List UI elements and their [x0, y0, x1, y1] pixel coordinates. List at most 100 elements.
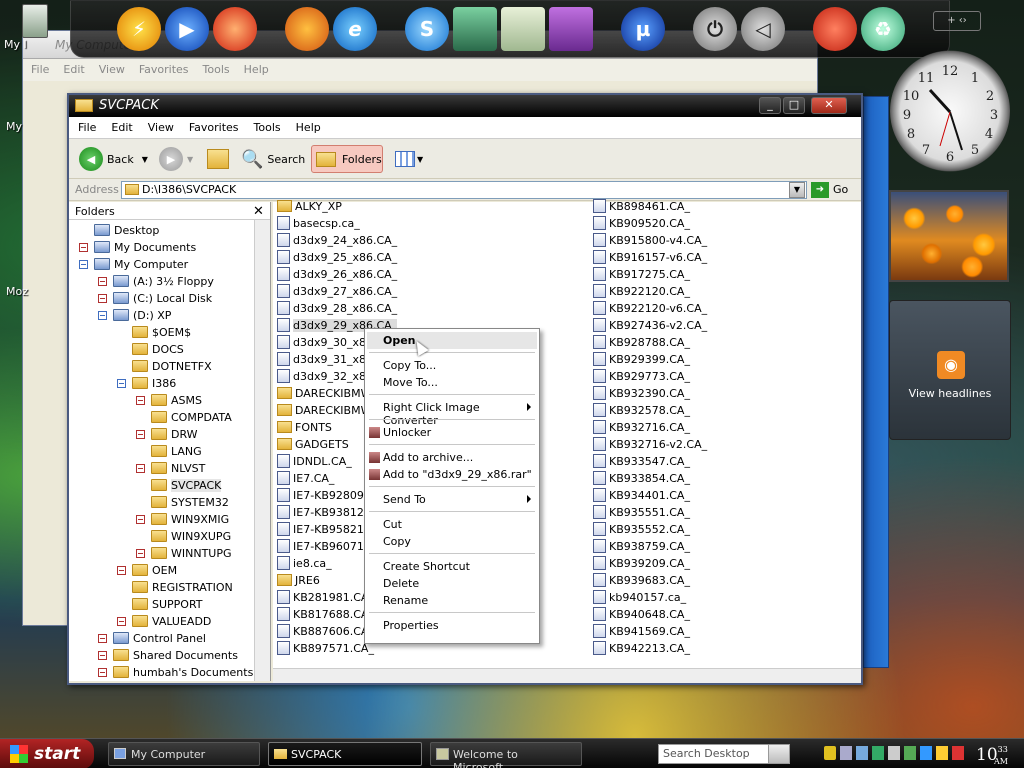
file-item[interactable]: JRE6	[277, 572, 320, 588]
power-icon[interactable]: ⏻	[693, 7, 737, 51]
media-play-icon[interactable]: ▶	[165, 7, 209, 51]
search-tray-icon[interactable]	[840, 746, 852, 760]
collapse-icon[interactable]	[117, 378, 126, 388]
views-button[interactable]: ▼	[395, 145, 423, 173]
tree-item[interactable]: My Documents	[79, 239, 196, 255]
tree-item[interactable]: (A:) 3½ Floppy	[98, 273, 214, 289]
context-menu-item[interactable]: Add to archive...	[367, 449, 537, 466]
menu-favorites[interactable]: Favorites	[180, 117, 245, 134]
file-item[interactable]: d3dx9_28_x86.CA_	[277, 300, 397, 316]
security-alert-icon[interactable]	[952, 746, 964, 760]
tree-item[interactable]: DOTNETFX	[117, 358, 212, 374]
file-item[interactable]: KB917275.CA_	[593, 266, 690, 282]
file-item[interactable]: KB939683.CA_	[593, 572, 690, 588]
tree-item[interactable]: $OEM$	[117, 324, 191, 340]
folders-button[interactable]: Folders	[311, 145, 383, 173]
file-item[interactable]: KB915800-v4.CA_	[593, 232, 707, 248]
network-icon[interactable]	[856, 746, 868, 760]
tree-item[interactable]: DOCS	[117, 341, 184, 357]
file-item[interactable]: KB932578.CA_	[593, 402, 690, 418]
expand-icon[interactable]	[98, 633, 107, 643]
monitor-tray-icon[interactable]	[872, 746, 884, 760]
expand-icon[interactable]	[98, 293, 107, 303]
tree-item[interactable]: I386	[117, 375, 176, 391]
tree-item[interactable]: SUPPORT	[117, 596, 203, 612]
tree-item[interactable]: COMPDATA	[136, 409, 232, 425]
tree-item[interactable]: (D:) XP	[98, 307, 171, 323]
antivirus-icon[interactable]	[920, 746, 932, 760]
tree-item[interactable]: REGISTRATION	[117, 579, 233, 595]
paint-icon[interactable]	[813, 7, 857, 51]
expand-icon[interactable]	[136, 429, 145, 439]
close-icon[interactable]: ✕	[253, 204, 264, 219]
forward-button[interactable]: ▶ ▼	[159, 145, 193, 173]
file-item[interactable]: KB929399.CA_	[593, 351, 690, 367]
file-item[interactable]: IE7-KB958215.	[277, 521, 374, 537]
background-menu-item[interactable]: Help	[236, 59, 275, 76]
tree-item[interactable]: humbah's Documents	[98, 664, 253, 680]
file-item[interactable]: KB932716-v2.CA_	[593, 436, 707, 452]
monitor-icon[interactable]	[453, 7, 497, 51]
tree-item[interactable]: SYSTEM32	[136, 494, 229, 510]
file-item[interactable]: IE7-KB960714.	[277, 538, 374, 554]
tree-scrollbar[interactable]	[254, 220, 270, 681]
file-item[interactable]: d3dx9_27_x86.CA_	[277, 283, 397, 299]
context-menu-item[interactable]: Copy To...	[367, 357, 537, 374]
file-item[interactable]: d3dx9_24_x86.CA_	[277, 232, 397, 248]
background-menu-item[interactable]: Tools	[195, 59, 236, 76]
file-item[interactable]: KB909520.CA_	[593, 215, 690, 231]
recycle-bin-icon[interactable]: ♻	[861, 7, 905, 51]
file-item[interactable]: KB932390.CA_	[593, 385, 690, 401]
menu-help[interactable]: Help	[287, 117, 327, 134]
tree-item[interactable]: WIN9XMIG	[136, 511, 229, 527]
tree-item[interactable]: (C:) Local Disk	[98, 290, 212, 306]
search-button[interactable]: 🔍 Search	[241, 145, 305, 173]
dock-controls[interactable]: + ‹›	[933, 11, 981, 31]
expand-icon[interactable]	[136, 548, 145, 558]
file-item[interactable]: KB933547.CA_	[593, 453, 690, 469]
up-button[interactable]	[207, 145, 229, 173]
view-headlines-label[interactable]: View headlines	[890, 387, 1010, 400]
file-item[interactable]: d3dx9_30_x86	[277, 334, 373, 350]
background-menu-item[interactable]: File	[23, 59, 55, 76]
taskbar-my-computer[interactable]: My Computer	[108, 742, 260, 766]
tree-item[interactable]: SVCPACK	[136, 477, 222, 493]
expand-icon[interactable]	[98, 667, 107, 677]
context-menu-item[interactable]: Open	[367, 332, 537, 349]
file-item[interactable]: KB898461.CA_	[593, 198, 690, 214]
tree-item[interactable]: Shared Documents	[98, 647, 238, 663]
file-item[interactable]: KB942213.CA_	[593, 640, 690, 656]
close-button[interactable]: ✕	[811, 97, 847, 114]
menu-file[interactable]: File	[69, 117, 102, 134]
file-item[interactable]: KB922120-v6.CA_	[593, 300, 707, 316]
background-menu-item[interactable]: Favorites	[131, 59, 195, 76]
context-menu-item[interactable]: Create Shortcut	[367, 558, 537, 575]
file-item[interactable]: KB916157-v6.CA_	[593, 249, 707, 265]
taskbar-clock[interactable]: 1033 AM	[976, 745, 1008, 766]
menu-tools[interactable]: Tools	[245, 117, 287, 134]
file-item[interactable]: FONTS	[277, 419, 332, 435]
collapse-icon[interactable]	[98, 310, 107, 320]
expand-icon[interactable]	[136, 395, 145, 405]
background-menu-item[interactable]: Edit	[55, 59, 90, 76]
background-menu-item[interactable]: View	[91, 59, 131, 76]
horizontal-scrollbar[interactable]	[273, 668, 861, 683]
file-item[interactable]: d3dx9_26_x86.CA_	[277, 266, 397, 282]
file-item[interactable]: KB928788.CA_	[593, 334, 690, 350]
winrar-icon[interactable]	[549, 7, 593, 51]
taskbar-welcome[interactable]: Welcome to Microsoft...	[430, 742, 582, 768]
file-item[interactable]: KB934401.CA_	[593, 487, 690, 503]
file-item[interactable]: KB940648.CA_	[593, 606, 690, 622]
expand-icon[interactable]	[98, 276, 107, 286]
file-item[interactable]: d3dx9_25_x86.CA_	[277, 249, 397, 265]
tree-item[interactable]: ASMS	[136, 392, 202, 408]
tree-item[interactable]: Desktop	[79, 222, 159, 238]
file-item[interactable]: IDNDL.CA_	[277, 453, 352, 469]
feed-headlines-gadget[interactable]: ◉ View headlines	[889, 300, 1011, 440]
file-item[interactable]: GADGETS	[277, 436, 349, 452]
expand-icon[interactable]	[136, 463, 145, 473]
file-item[interactable]: DARECKIBMW_	[277, 402, 377, 418]
tree-item[interactable]: LANG	[136, 443, 202, 459]
address-input[interactable]: D:\I386\SVCPACK	[121, 181, 807, 199]
tree-item[interactable]: VALUEADD	[117, 613, 211, 629]
